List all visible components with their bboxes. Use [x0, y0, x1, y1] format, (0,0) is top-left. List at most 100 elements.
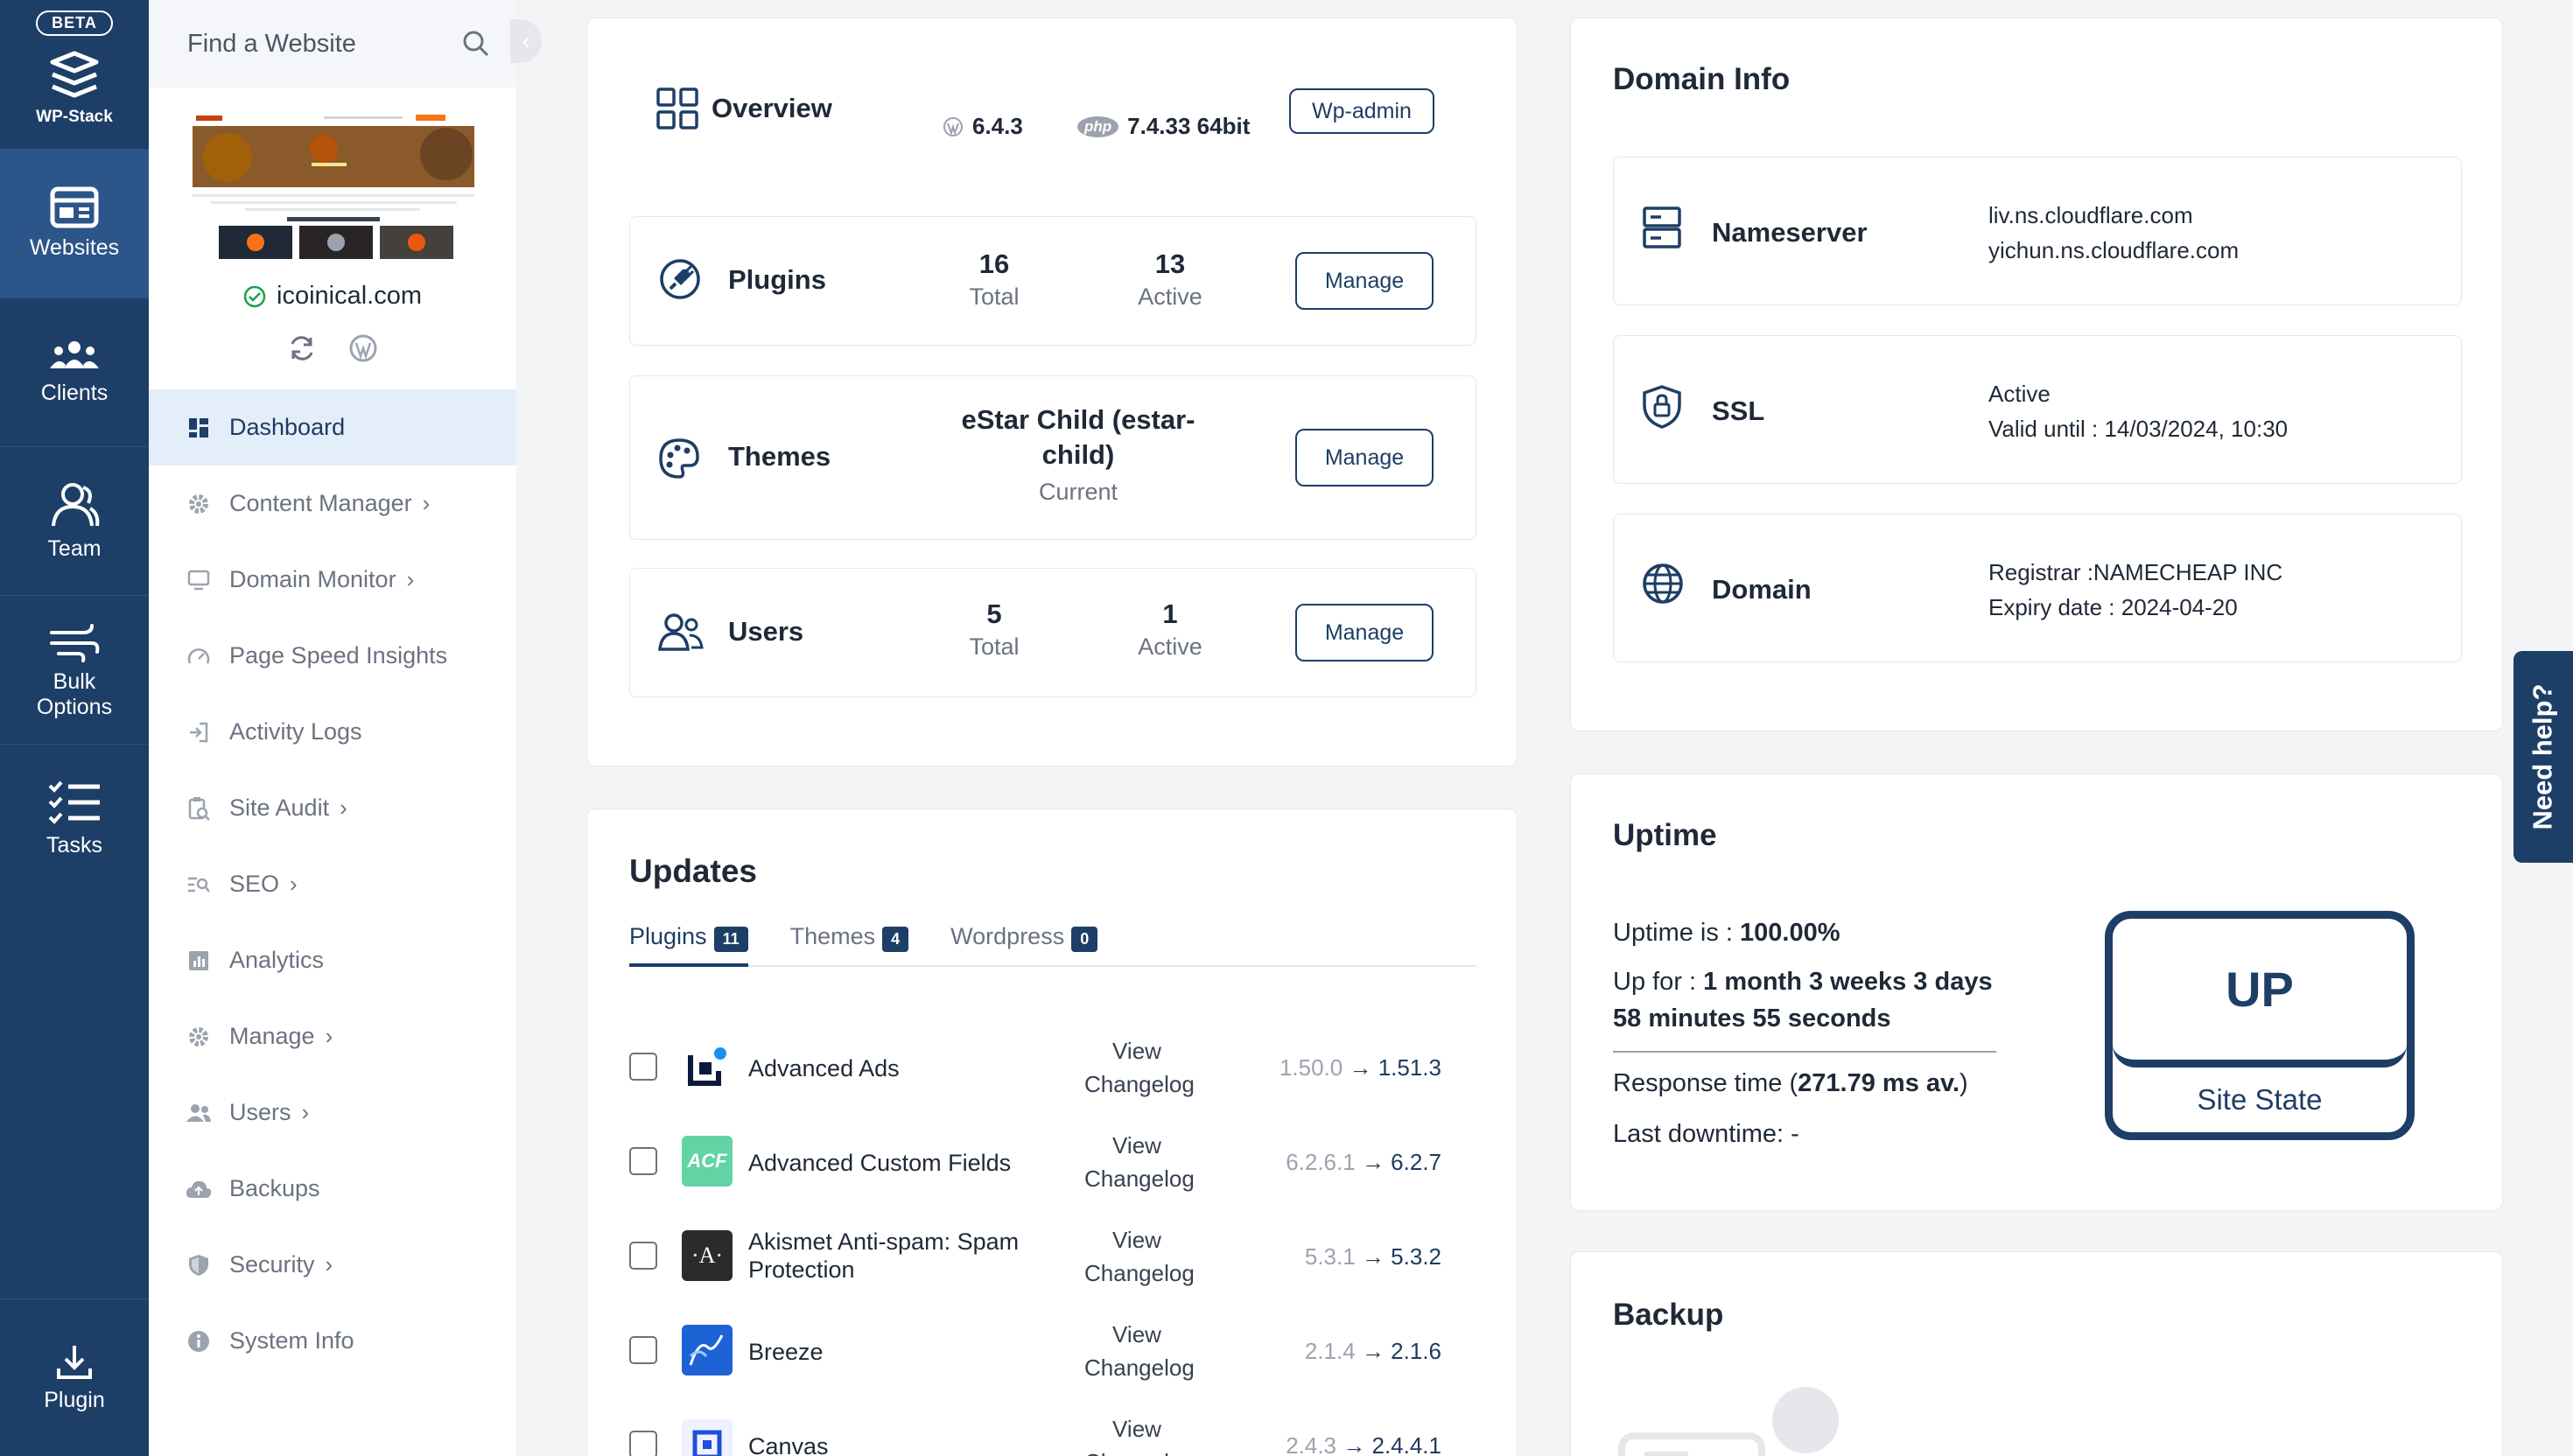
nameserver-label: Nameserver: [1712, 217, 1868, 248]
menu-item-analytics[interactable]: Analytics: [149, 922, 516, 998]
themes-row: Themes eStar Child (estar-child) Current …: [629, 375, 1476, 540]
rail-item-clients[interactable]: Clients: [0, 298, 149, 446]
website-search-input[interactable]: [187, 29, 450, 59]
chevron-right-icon: ›: [422, 490, 431, 516]
view-changelog-link[interactable]: ViewChangelog: [1084, 1413, 1195, 1456]
canvas-logo-icon: [682, 1419, 733, 1456]
update-checkbox[interactable]: [629, 1336, 657, 1364]
akismet-logo-icon: ·A·: [682, 1230, 733, 1281]
site-preview-image: [193, 114, 474, 259]
overview-header: Overview: [656, 87, 832, 130]
menu-label: Security: [229, 1251, 315, 1278]
update-row: ACF Advanced Custom Fields View Changelog…: [629, 1114, 1476, 1208]
menu-label: Domain Monitor: [229, 566, 396, 592]
site-state-value: UP: [2113, 919, 2407, 1068]
wordpress-icon[interactable]: [348, 333, 378, 363]
wp-admin-button[interactable]: Wp-admin: [1289, 88, 1434, 134]
need-help-label: Need help?: [2527, 683, 2558, 830]
menu-label: Analytics: [229, 947, 325, 973]
users-icon: [658, 613, 704, 651]
ssl-values: Active Valid until : 14/03/2024, 10:30: [1988, 381, 2289, 443]
menu-item-dashboard[interactable]: Dashboard: [149, 389, 516, 466]
tab-plugins[interactable]: Plugins 11: [629, 914, 748, 967]
manage-themes-button[interactable]: Manage: [1295, 429, 1434, 486]
rail-label-bulk-options: Bulk Options: [36, 668, 113, 719]
update-checkbox[interactable]: [629, 1053, 657, 1081]
menu-item-users[interactable]: Users ›: [149, 1074, 516, 1151]
chevron-left-icon: ‹: [522, 27, 530, 54]
updates-title: Updates: [629, 853, 757, 889]
uptime-percent: Uptime is : 100.00%: [1613, 919, 1840, 947]
rail-item-bulk-options[interactable]: Bulk Options: [0, 595, 149, 744]
refresh-icon[interactable]: [287, 333, 317, 363]
chevron-right-icon: ›: [406, 566, 415, 592]
view-changelog-link[interactable]: ViewChangelog: [1084, 1319, 1195, 1384]
menu-item-content-manager[interactable]: Content Manager ›: [149, 466, 516, 542]
menu-item-backups[interactable]: Backups: [149, 1151, 516, 1227]
globe-icon: [1643, 564, 1683, 604]
rail-item-plugin[interactable]: Plugin: [0, 1298, 149, 1456]
update-checkbox[interactable]: [629, 1147, 657, 1175]
tab-themes[interactable]: Themes 4: [790, 914, 909, 967]
grid-icon: [656, 88, 698, 130]
rail-item-team[interactable]: Team: [0, 446, 149, 595]
dashboard-icon: [189, 417, 208, 438]
brand-name: WP-Stack: [36, 108, 113, 126]
backup-title: Backup: [1613, 1298, 1724, 1332]
domain-label: Domain: [1712, 574, 1812, 605]
server-icon: [1643, 206, 1681, 248]
rail-item-tasks[interactable]: Tasks: [0, 744, 149, 892]
view-changelog-link[interactable]: ViewChangelog: [1084, 1224, 1195, 1290]
site-menu: Dashboard Content Manager › Domain Monit…: [149, 389, 516, 1379]
update-checkbox[interactable]: [629, 1242, 657, 1270]
php-icon: php: [1077, 116, 1119, 137]
acf-logo-icon: ACF: [682, 1136, 733, 1186]
rail-item-websites[interactable]: Websites: [0, 149, 149, 298]
bulk-options-icon: [50, 623, 100, 662]
plugins-label: Plugins: [728, 264, 826, 295]
update-checkbox[interactable]: [629, 1431, 657, 1456]
rail-label-clients: Clients: [40, 381, 109, 406]
update-row: Advanced Ads View Changelog 1.50.0 → 1.51…: [629, 1019, 1476, 1114]
version-change: 2.1.4 → 2.1.6: [1304, 1338, 1441, 1364]
tab-wordpress[interactable]: Wordpress 0: [950, 914, 1098, 967]
plugin-name: Breeze: [748, 1339, 824, 1365]
wordpress-icon: [943, 116, 963, 136]
brand-logo[interactable]: BETA WP-Stack: [0, 0, 149, 149]
chevron-right-icon: ›: [301, 1099, 310, 1125]
menu-item-activity-logs[interactable]: Activity Logs: [149, 694, 516, 770]
search-icon[interactable]: [462, 30, 490, 58]
plugin-name: Advanced Custom Fields: [748, 1150, 1012, 1176]
plugin-name: Akismet Anti-spam: Spam Protection: [748, 1228, 1020, 1284]
site-tools: [149, 333, 516, 363]
view-changelog-link[interactable]: ViewChangelog: [1084, 1130, 1195, 1195]
chevron-right-icon: ›: [325, 1251, 333, 1278]
menu-item-manage[interactable]: Manage ›: [149, 998, 516, 1074]
menu-item-security[interactable]: Security ›: [149, 1227, 516, 1303]
menu-item-site-audit[interactable]: Site Audit ›: [149, 770, 516, 846]
plugin-name: Advanced Ads: [748, 1055, 900, 1082]
shield-icon: [189, 1254, 208, 1276]
ssl-row: SSL Active Valid until : 14/03/2024, 10:3…: [1613, 335, 2462, 484]
manage-plugins-button[interactable]: Manage: [1295, 252, 1434, 310]
count-badge: 11: [713, 927, 748, 952]
view-changelog-link[interactable]: ViewChangelog: [1084, 1035, 1195, 1101]
nameserver-values: liv.ns.cloudflare.com yichun.ns.cloudflar…: [1988, 202, 2240, 264]
site-thumbnail[interactable]: [193, 114, 474, 262]
chevron-right-icon: ›: [290, 871, 298, 897]
response-time: Response time (271.79 ms av.): [1613, 1069, 1968, 1097]
php-version-value: 7.4.33 64bit: [1127, 113, 1251, 139]
menu-label: System Info: [229, 1327, 354, 1354]
uptime-divider: [1613, 1051, 1996, 1053]
site-sidebar: icoinical.com Dashboard Content Manager …: [149, 0, 516, 1456]
wp-stack-logo-icon: [50, 51, 99, 98]
collapse-sidebar-button[interactable]: ‹: [510, 19, 542, 63]
menu-item-seo[interactable]: SEO ›: [149, 846, 516, 922]
menu-item-page-speed[interactable]: Page Speed Insights: [149, 618, 516, 694]
need-help-tab[interactable]: Need help?: [2513, 651, 2573, 863]
rail-label-plugin: Plugin: [44, 1388, 105, 1413]
menu-label: Activity Logs: [229, 718, 362, 745]
manage-users-button[interactable]: Manage: [1295, 604, 1434, 662]
menu-item-domain-monitor[interactable]: Domain Monitor ›: [149, 542, 516, 618]
menu-item-system-info[interactable]: System Info: [149, 1303, 516, 1379]
